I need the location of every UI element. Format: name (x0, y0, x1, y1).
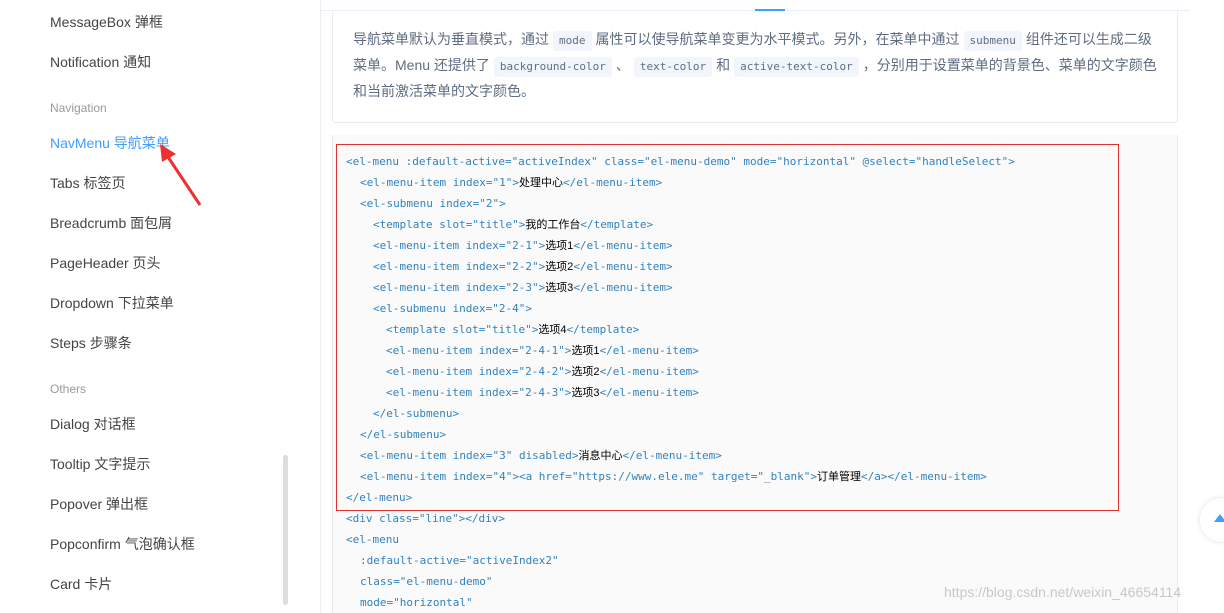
desc-text-1: 导航菜单默认为垂直模式，通过 (353, 31, 549, 47)
sidebar-group-others: Others (50, 382, 87, 396)
content-divider (320, 0, 321, 613)
sidebar-item-card[interactable]: Card 卡片 (50, 574, 112, 594)
description-text: 导航菜单默认为垂直模式，通过 mode 属性可以使导航菜单变更为水平模式。另外，在菜… (353, 26, 1163, 104)
sidebar-scrollbar[interactable] (283, 455, 288, 605)
sidebar-item-dropdown[interactable]: Dropdown 下拉菜单 (50, 293, 174, 313)
sidebar-item-popconfirm[interactable]: Popconfirm 气泡确认框 (50, 534, 195, 554)
code-line: :default-active="activeIndex2" (360, 554, 559, 567)
code-mode: mode (553, 31, 592, 51)
code-line: <div class="line"></div> (346, 512, 505, 525)
code-text-color: text-color (633, 57, 713, 77)
desc-text-5: 和 (716, 57, 731, 73)
code-background-color: background-color (493, 57, 612, 77)
sidebar-item-popover[interactable]: Popover 弹出框 (50, 494, 148, 514)
code-active-text-color: active-text-color (734, 57, 859, 77)
desc-text-4: 、 (615, 57, 630, 73)
code-line: <el-menu (346, 533, 399, 546)
sidebar-item-tabs[interactable]: Tabs 标签页 (50, 173, 125, 193)
sidebar-item-messagebox[interactable]: MessageBox 弹框 (50, 12, 163, 32)
desc-text-2: 属性可以使导航菜单变更为水平模式。另外，在菜单中通过 (595, 31, 960, 47)
code-line: class="el-menu-demo" (360, 575, 493, 588)
code-submenu: submenu (963, 31, 1022, 51)
sidebar-item-dialog[interactable]: Dialog 对话框 (50, 414, 136, 434)
sidebar-group-navigation: Navigation (50, 101, 107, 115)
sidebar-item-pageheader[interactable]: PageHeader 页头 (50, 253, 161, 273)
highlight-box (336, 144, 1119, 511)
sidebar-item-notification[interactable]: Notification 通知 (50, 52, 151, 72)
description-card: 导航菜单默认为垂直模式，通过 mode 属性可以使导航菜单变更为水平模式。另外，在菜… (332, 11, 1178, 123)
red-arrow-icon (160, 144, 202, 206)
code-line: mode="horizontal" (360, 596, 473, 609)
sidebar-item-steps[interactable]: Steps 步骤条 (50, 333, 132, 353)
sidebar-item-breadcrumb[interactable]: Breadcrumb 面包屑 (50, 213, 172, 233)
sidebar: MessageBox 弹框 Notification 通知 Navigation… (0, 0, 300, 613)
back-to-top-button[interactable] (1200, 498, 1224, 542)
watermark: https://blog.csdn.net/weixin_46654114 (944, 584, 1182, 600)
caret-up-icon (1214, 514, 1224, 522)
sidebar-item-tooltip[interactable]: Tooltip 文字提示 (50, 454, 150, 474)
